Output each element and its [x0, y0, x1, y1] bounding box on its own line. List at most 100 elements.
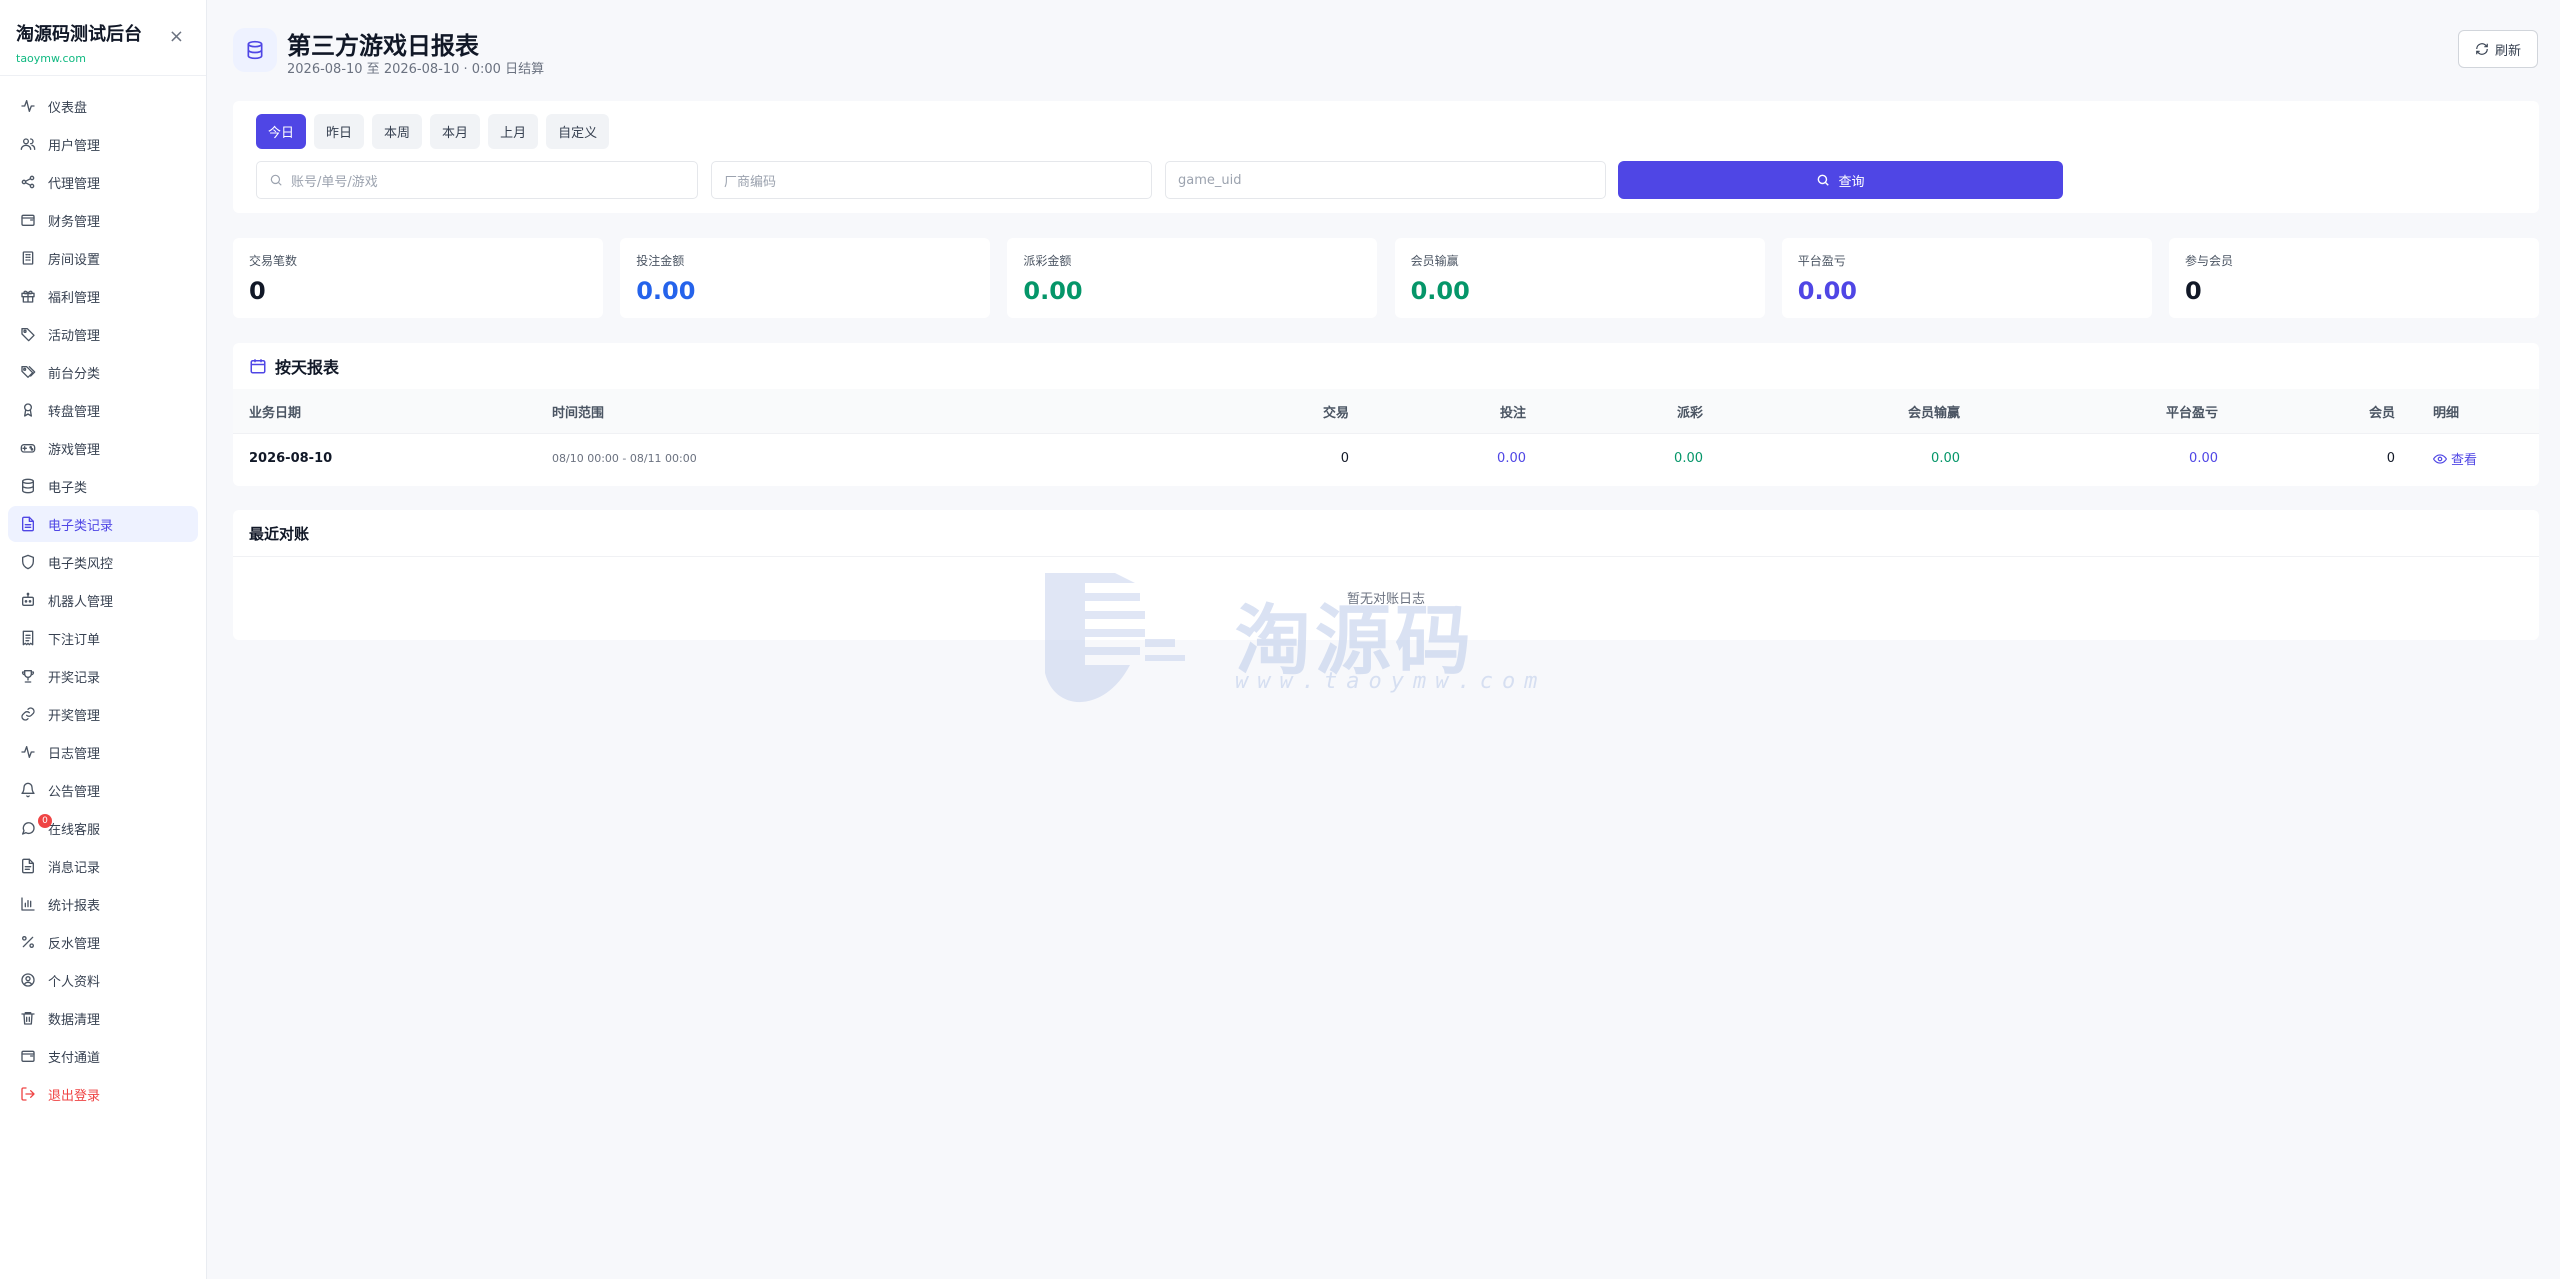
sidebar-item-label: 电子类: [48, 480, 88, 496]
tags-icon: [20, 364, 36, 380]
document-icon: [20, 858, 36, 874]
sidebar-item[interactable]: 在线客服 0: [8, 810, 198, 846]
stat-label: 投注金额: [636, 254, 685, 268]
daily-report-header: 按天报表: [233, 343, 2539, 389]
close-icon[interactable]: ×: [169, 26, 184, 47]
stat-card: 参与会员 0: [2168, 238, 2539, 318]
sidebar-item[interactable]: 统计报表: [8, 886, 198, 922]
unread-badge: 0: [38, 814, 52, 828]
gamepad-icon: [20, 440, 36, 456]
sidebar-item-label: 福利管理: [48, 290, 101, 306]
game-uid-input[interactable]: game_uid: [1165, 161, 1606, 199]
database-icon: [233, 28, 277, 72]
sidebar-item[interactable]: 电子类: [8, 468, 198, 504]
account-search-input[interactable]: 账号/单号/游戏: [256, 161, 698, 199]
sidebar-item-label: 前台分类: [48, 366, 101, 382]
stat-label: 参与会员: [2184, 254, 2233, 268]
range-tab[interactable]: 昨日: [314, 114, 365, 149]
column-header: 交易: [1322, 405, 1349, 421]
column-header: 派彩: [1676, 405, 1703, 421]
sidebar-item[interactable]: 公告管理: [8, 772, 198, 808]
search-icon: [270, 174, 282, 186]
query-button[interactable]: 查询: [1618, 161, 2063, 199]
building-icon: [20, 250, 36, 266]
sidebar-item-label: 仪表盘: [48, 100, 88, 116]
page-subtitle: 2026-08-10 至 2026-08-10 · 0:00 日结算: [287, 62, 545, 77]
sidebar-item[interactable]: 转盘管理: [8, 392, 198, 428]
activity-icon: [20, 98, 36, 114]
sidebar-item[interactable]: 消息记录: [8, 848, 198, 884]
sidebar-item[interactable]: 日志管理: [8, 734, 198, 770]
sidebar-item-label: 机器人管理: [48, 594, 114, 610]
range-tab[interactable]: 本周: [372, 114, 423, 149]
account-search-placeholder: 账号/单号/游戏: [291, 174, 378, 190]
sidebar-item[interactable]: 福利管理: [8, 278, 198, 314]
sidebar-item[interactable]: 用户管理: [8, 126, 198, 162]
brand-subtitle: taoymw.com: [16, 52, 86, 65]
sidebar-item-label: 日志管理: [48, 746, 101, 762]
table-row: 2026-08-10 08/10 00:00 - 08/11 00:00 0 0.00…: [233, 433, 2539, 483]
sidebar-item[interactable]: 游戏管理: [8, 430, 198, 466]
pulse-icon: [20, 744, 36, 760]
view-detail-link[interactable]: 查看: [2433, 449, 2477, 468]
sidebar-item-label: 活动管理: [48, 328, 101, 344]
stat-value: 0.00: [636, 277, 696, 305]
sidebar-item[interactable]: 机器人管理: [8, 582, 198, 618]
sidebar-item[interactable]: 开奖管理: [8, 696, 198, 732]
sidebar-item[interactable]: 活动管理: [8, 316, 198, 352]
stat-card: 交易笔数 0: [233, 238, 603, 318]
cell-trades: 0: [1340, 451, 1349, 466]
sidebar-item[interactable]: 反水管理: [8, 924, 198, 960]
sidebar-item[interactable]: 下注订单: [8, 620, 198, 656]
brand: 淘源码测试后台 taoymw.com ×: [0, 0, 206, 76]
sidebar-nav: 仪表盘用户管理 代理管理财务管理房间设置福利管理活动管理前台分类转盘管理 游戏管理电…: [0, 76, 206, 1112]
sidebar-item-label: 退出登录: [48, 1088, 101, 1104]
sidebar-item[interactable]: 开奖记录: [8, 658, 198, 694]
refresh-icon: [2476, 43, 2488, 55]
daily-table-header: 业务日期 时间范围 交易 投注 派彩 会员输赢 平台盈亏 会员 明细: [233, 389, 2539, 433]
refresh-button[interactable]: 刷新: [2458, 30, 2538, 68]
stat-value: 0.00: [1797, 277, 1857, 305]
sidebar-item[interactable]: 财务管理: [8, 202, 198, 238]
user-circle-icon: [20, 972, 36, 988]
sidebar-item[interactable]: 数据清理: [8, 1000, 198, 1036]
sidebar-item[interactable]: 支付通道: [8, 1038, 198, 1074]
sidebar-item[interactable]: 个人资料: [8, 962, 198, 998]
sidebar-item[interactable]: 代理管理: [8, 164, 198, 200]
sidebar-item-label: 电子类风控: [48, 556, 114, 572]
range-tab[interactable]: 自定义: [546, 114, 610, 149]
sidebar-item-label: 个人资料: [48, 974, 101, 990]
query-label: 查询: [1838, 174, 1865, 190]
sidebar-item-label: 财务管理: [48, 214, 101, 230]
sidebar-item[interactable]: 电子类记录: [8, 506, 198, 542]
cell-bet: 0.00: [1497, 451, 1526, 466]
stat-card: 平台盈亏 0.00: [1781, 238, 2152, 318]
range-tab[interactable]: 上月: [488, 114, 539, 149]
sidebar-item[interactable]: 前台分类: [8, 354, 198, 390]
sidebar-item[interactable]: 退出登录: [8, 1076, 198, 1112]
view-detail-label: 查看: [2451, 453, 2478, 468]
sidebar-item-label: 电子类记录: [48, 518, 114, 534]
sidebar-item[interactable]: 电子类风控: [8, 544, 198, 580]
refresh-label: 刷新: [2494, 43, 2521, 59]
vendor-code-input[interactable]: 厂商编码: [711, 161, 1152, 199]
column-header: 明细: [2433, 405, 2460, 421]
sidebar-item-label: 在线客服: [48, 822, 101, 838]
cell-date: 2026-08-10: [249, 451, 333, 466]
trophy-icon: [20, 668, 36, 684]
daily-report-card: 按天报表 业务日期 时间范围 交易 投注 派彩 会员输赢 平台盈亏 会员 明细 2026-08-…: [233, 343, 2539, 486]
main-content: 第三方游戏日报表 2026-08-10 至 2026-08-10 · 0:00 …: [207, 0, 2560, 1279]
sidebar-item-label: 房间设置: [48, 252, 101, 268]
sidebar-item-label: 下注订单: [48, 632, 101, 648]
sidebar-item-label: 支付通道: [48, 1050, 101, 1066]
sidebar-item[interactable]: 房间设置: [8, 240, 198, 276]
reconciliation-card: 最近对账 暂无对账日志: [233, 510, 2539, 640]
range-tab[interactable]: 本月: [430, 114, 481, 149]
gift-icon: [20, 288, 36, 304]
sidebar-item-label: 开奖管理: [48, 708, 101, 724]
range-tab[interactable]: 今日: [256, 114, 307, 149]
cell-range: 08/10 00:00 - 08/11 00:00: [552, 452, 697, 465]
bar-chart-icon: [20, 896, 36, 912]
link-icon: [20, 706, 36, 722]
sidebar-item[interactable]: 仪表盘: [8, 88, 198, 124]
